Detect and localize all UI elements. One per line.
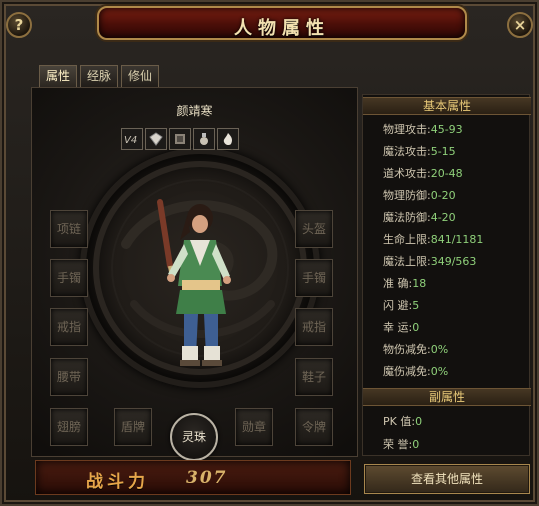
character-name: 颜靖寒 bbox=[176, 104, 213, 118]
stat-row: 道术攻击:20-48 bbox=[383, 167, 463, 180]
stat-row: 物理防御:0-20 bbox=[383, 189, 456, 202]
combat-power-value: 307 bbox=[186, 468, 228, 488]
character-figure bbox=[157, 199, 231, 366]
stat-label: 生命上限: bbox=[383, 233, 431, 246]
armor-icon[interactable] bbox=[169, 128, 191, 150]
stat-label: 魔法上限: bbox=[383, 255, 431, 268]
v4-icon[interactable]: V4 bbox=[121, 128, 143, 150]
stat-row: 荣 誉:0 bbox=[383, 438, 419, 451]
tab-attributes[interactable]: 属性 bbox=[39, 65, 78, 87]
stat-row: 物伤减免:0% bbox=[383, 343, 448, 356]
slot-ring-left[interactable]: 戒指 bbox=[50, 308, 88, 346]
stat-label: 幸 运: bbox=[383, 321, 413, 334]
stat-value: 0-20 bbox=[430, 189, 456, 202]
spirit-orb-slot[interactable]: 灵珠 bbox=[170, 413, 218, 461]
stat-value: 5-15 bbox=[430, 145, 456, 158]
buff-icons: V4 bbox=[121, 128, 239, 150]
stat-row: 魔伤减免:0% bbox=[383, 365, 448, 378]
stat-row: PK 值:0 bbox=[383, 415, 422, 428]
basic-attributes-header: 基本属性 bbox=[363, 97, 531, 115]
stat-value: 349/563 bbox=[430, 255, 477, 268]
potion-icon[interactable] bbox=[193, 128, 215, 150]
stat-label: 物理防御: bbox=[383, 189, 431, 202]
stat-value: 0 bbox=[412, 321, 420, 334]
stat-label: 物伤减免: bbox=[383, 343, 431, 356]
combat-power-bar: 战斗力 307 bbox=[35, 460, 351, 495]
stat-row: 生命上限:841/1181 bbox=[383, 233, 483, 246]
stat-row: 闪 避:5 bbox=[383, 299, 419, 312]
stat-label: 荣 誉: bbox=[383, 438, 413, 451]
slot-boots[interactable]: 鞋子 bbox=[295, 358, 333, 396]
stat-label: 道术攻击: bbox=[383, 167, 431, 180]
tab-cultivation[interactable]: 修仙 bbox=[121, 65, 160, 87]
help-button[interactable]: ? bbox=[6, 12, 32, 38]
stat-value: 0% bbox=[430, 343, 449, 356]
view-more-attributes-button[interactable]: 查看其他属性 bbox=[364, 464, 530, 494]
slot-bracelet-right[interactable]: 手镯 bbox=[295, 259, 333, 297]
stat-value: 0 bbox=[412, 438, 420, 451]
stat-row: 魔法防御:4-20 bbox=[383, 211, 456, 224]
slot-bracelet-left[interactable]: 手镯 bbox=[50, 259, 88, 297]
tab-meridians[interactable]: 经脉 bbox=[80, 65, 119, 87]
slot-necklace[interactable]: 项链 bbox=[50, 210, 88, 248]
secondary-attributes-header: 副属性 bbox=[363, 388, 531, 406]
stats-panel: 基本属性 物理攻击:45-93 魔法攻击:5-15 道术攻击:20-48 物理防… bbox=[362, 94, 531, 456]
tab-bar: 属性 经脉 修仙 bbox=[39, 65, 160, 87]
stat-label: 魔法攻击: bbox=[383, 145, 431, 158]
flame-icon[interactable] bbox=[217, 128, 239, 150]
title-bar: 人物属性 bbox=[97, 6, 467, 40]
stat-label: 物理攻击: bbox=[383, 123, 431, 136]
stat-value: 4-20 bbox=[430, 211, 456, 224]
stat-value: 18 bbox=[412, 277, 427, 290]
stat-row: 魔法攻击:5-15 bbox=[383, 145, 456, 158]
stat-label: PK 值: bbox=[383, 415, 416, 428]
stat-value: 20-48 bbox=[430, 167, 463, 180]
stat-value: 5 bbox=[412, 299, 420, 312]
stat-value: 0% bbox=[430, 365, 449, 378]
stat-row: 幸 运:0 bbox=[383, 321, 419, 334]
slot-helmet[interactable]: 头盔 bbox=[295, 210, 333, 248]
slot-wings[interactable]: 翅膀 bbox=[50, 408, 88, 446]
slot-ring-right[interactable]: 戒指 bbox=[295, 308, 333, 346]
window-title: 人物属性 bbox=[234, 18, 330, 39]
gem-icon[interactable] bbox=[145, 128, 167, 150]
character-panel: 颜靖寒 V4 项链 手镯 戒指 腰带 翅膀 盾牌 头盔 手镯 戒指 鞋子 令牌 … bbox=[31, 87, 358, 461]
close-button[interactable]: × bbox=[507, 12, 533, 38]
stat-label: 准 确: bbox=[383, 277, 413, 290]
stat-value: 45-93 bbox=[430, 123, 463, 136]
stat-row: 准 确:18 bbox=[383, 277, 426, 290]
character-window: 人物属性 ? × 属性 经脉 修仙 颜靖寒 V4 项链 手镯 戒指 腰带 翅膀 … bbox=[0, 0, 539, 506]
slot-token[interactable]: 令牌 bbox=[295, 408, 333, 446]
stat-row: 魔法上限:349/563 bbox=[383, 255, 476, 268]
stat-value: 841/1181 bbox=[430, 233, 484, 246]
slot-medal[interactable]: 勋章 bbox=[235, 408, 273, 446]
stat-label: 魔伤减免: bbox=[383, 365, 431, 378]
slot-belt[interactable]: 腰带 bbox=[50, 358, 88, 396]
stat-label: 闪 避: bbox=[383, 299, 413, 312]
slot-shield[interactable]: 盾牌 bbox=[114, 408, 152, 446]
combat-power-label: 战斗力 bbox=[86, 472, 149, 492]
svg-text:V4: V4 bbox=[124, 135, 137, 146]
stat-label: 魔法防御: bbox=[383, 211, 431, 224]
stat-value: 0 bbox=[415, 415, 423, 428]
stat-row: 物理攻击:45-93 bbox=[383, 123, 463, 136]
